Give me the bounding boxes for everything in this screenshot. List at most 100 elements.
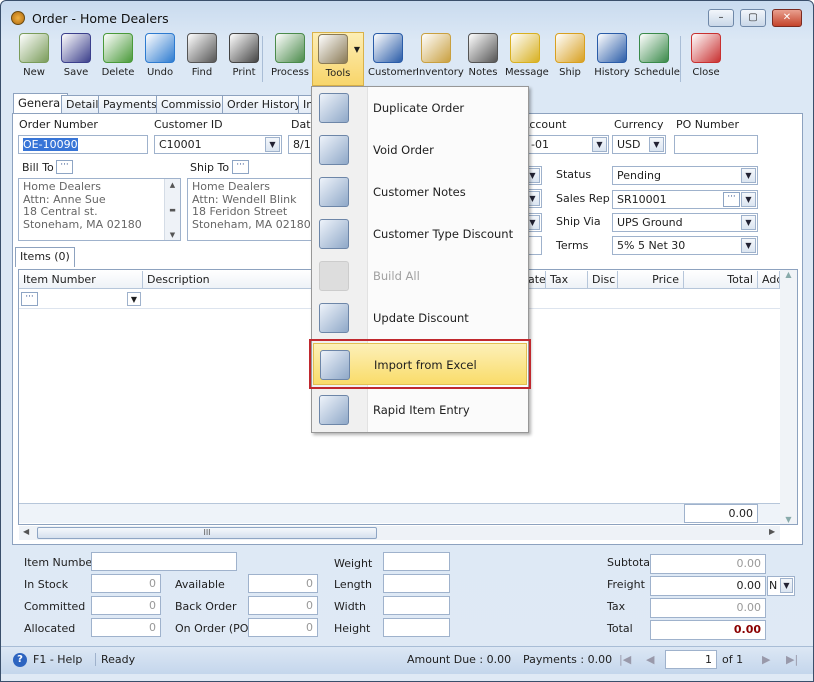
toolbar-label: Inventory bbox=[416, 67, 464, 78]
chevron-down-icon[interactable]: ▼ bbox=[741, 238, 756, 253]
recycle-bin-icon bbox=[103, 33, 133, 63]
toolbar-customer-button[interactable]: Customer bbox=[368, 32, 417, 86]
height-input[interactable] bbox=[383, 618, 450, 637]
width-input[interactable] bbox=[383, 596, 450, 615]
chevron-down-icon[interactable]: ▼ bbox=[741, 215, 756, 230]
next-page-icon[interactable]: ▶ bbox=[762, 653, 770, 666]
toolbar-close-button[interactable]: Close bbox=[686, 32, 726, 86]
menu-item-duplicate-order[interactable]: Duplicate Order bbox=[313, 87, 527, 129]
minimize-button[interactable]: – bbox=[708, 9, 734, 27]
column-price[interactable]: Price bbox=[618, 271, 684, 289]
maximize-button[interactable]: ▢ bbox=[740, 9, 766, 27]
ship-to-browse-button[interactable]: ··· bbox=[232, 160, 249, 174]
ship-via-combo[interactable]: UPS Ground ▼ bbox=[612, 213, 758, 232]
toolbar-undo-button[interactable]: Undo bbox=[140, 32, 180, 86]
scroll-thumb[interactable]: III bbox=[37, 527, 377, 539]
schedule-icon bbox=[639, 33, 669, 63]
item-dropdown-icon[interactable]: ▼ bbox=[127, 292, 141, 306]
scroll-left-icon[interactable]: ◀ bbox=[23, 527, 29, 536]
chevron-down-icon[interactable]: ▼ bbox=[780, 578, 793, 593]
bill-to-browse-button[interactable]: ··· bbox=[56, 160, 73, 174]
column-item-number[interactable]: Item Number bbox=[19, 271, 143, 289]
toolbar-message-button[interactable]: Message bbox=[505, 32, 549, 86]
toolbar-history-button[interactable]: History bbox=[592, 32, 632, 86]
weight-input[interactable] bbox=[383, 552, 450, 571]
close-window-button[interactable]: ✕ bbox=[772, 9, 802, 27]
toolbar-inventory-button[interactable]: Inventory bbox=[416, 32, 464, 86]
tab-payments[interactable]: Payments bbox=[98, 95, 162, 113]
toolbar-schedule-button[interactable]: Schedule bbox=[634, 32, 680, 86]
available-value: 0 bbox=[248, 574, 318, 593]
toolbar-tools-button[interactable]: Tools ▼ bbox=[312, 32, 364, 86]
account-combo[interactable]: -01 ▼ bbox=[527, 135, 609, 154]
chevron-down-icon[interactable]: ▼ bbox=[265, 137, 280, 152]
bill-to-address[interactable]: Home Dealers Attn: Anne Sue 18 Central st.… bbox=[18, 178, 181, 241]
status-combo[interactable]: Pending ▼ bbox=[612, 166, 758, 185]
menu-item-customer-notes[interactable]: Customer Notes bbox=[313, 171, 527, 213]
menu-item-import-from-excel[interactable]: Import from Excel bbox=[309, 339, 531, 389]
tab-items[interactable]: Items (0) bbox=[15, 247, 75, 267]
first-page-icon[interactable]: |◀ bbox=[619, 653, 631, 666]
tax-label: Tax bbox=[607, 600, 626, 613]
item-number-input[interactable] bbox=[91, 552, 237, 571]
freight-code-combo[interactable]: N ▼ bbox=[767, 576, 795, 596]
new-icon bbox=[19, 33, 49, 63]
freight-label: Freight bbox=[607, 578, 645, 591]
help-text[interactable]: F1 - Help bbox=[33, 653, 82, 666]
toolbar-new-button[interactable]: New bbox=[14, 32, 54, 86]
undo-icon bbox=[145, 33, 175, 63]
toolbar-label: Message bbox=[505, 67, 549, 78]
sales-rep-label: Sales Rep bbox=[556, 192, 610, 205]
toolbar-delete-button[interactable]: Delete bbox=[98, 32, 138, 86]
column-rate[interactable]: ate bbox=[528, 271, 546, 289]
item-browse-button[interactable]: ··· bbox=[21, 292, 38, 306]
chevron-down-icon[interactable]: ▼ bbox=[741, 192, 756, 207]
customer-id-combo[interactable]: C10001 ▼ bbox=[154, 135, 282, 154]
page-input[interactable]: 1 bbox=[665, 650, 717, 669]
previous-page-icon[interactable]: ◀ bbox=[646, 653, 654, 666]
toolbar-notes-button[interactable]: Notes bbox=[463, 32, 503, 86]
menu-item-update-discount[interactable]: Update Discount bbox=[313, 297, 527, 339]
bill-to-line: Home Dealers bbox=[23, 180, 102, 193]
chevron-down-icon[interactable]: ▼ bbox=[741, 168, 756, 183]
last-page-icon[interactable]: ▶| bbox=[786, 653, 798, 666]
in-stock-value: 0 bbox=[91, 574, 161, 593]
menu-item-rapid-item-entry[interactable]: Rapid Item Entry bbox=[313, 389, 527, 431]
sales-rep-combo[interactable]: SR10001 ··· ▼ bbox=[612, 190, 758, 209]
grid-horizontal-scrollbar[interactable]: ◀ III ▶ bbox=[19, 526, 780, 540]
process-icon bbox=[275, 33, 305, 63]
toolbar-save-button[interactable]: Save bbox=[56, 32, 96, 86]
void-order-icon bbox=[319, 135, 349, 165]
order-number-input[interactable]: OE-10090 bbox=[18, 135, 148, 154]
toolbar-separator bbox=[680, 36, 681, 82]
chevron-down-icon[interactable]: ▼ bbox=[592, 137, 607, 152]
terms-combo[interactable]: 5% 5 Net 30 ▼ bbox=[612, 236, 758, 255]
column-additional[interactable]: Addi bbox=[758, 271, 780, 289]
menu-item-void-order[interactable]: Void Order bbox=[313, 129, 527, 171]
menu-item-customer-type-discount[interactable]: Customer Type Discount bbox=[313, 213, 527, 255]
toolbar-find-button[interactable]: Find bbox=[182, 32, 222, 86]
scroll-right-icon[interactable]: ▶ bbox=[769, 527, 775, 536]
toolbar-ship-button[interactable]: Ship bbox=[550, 32, 590, 86]
length-input[interactable] bbox=[383, 574, 450, 593]
column-description[interactable]: Description bbox=[143, 271, 313, 289]
chevron-down-icon[interactable]: ▼ bbox=[354, 45, 360, 54]
column-tax[interactable]: Tax bbox=[546, 271, 588, 289]
sales-rep-browse-button[interactable]: ··· bbox=[723, 192, 740, 207]
ship-to-address[interactable]: Home Dealers Attn: Wendell Blink 18 Ferido… bbox=[187, 178, 313, 241]
subtotal-label: Subtotal bbox=[607, 556, 654, 569]
ship-to-line: 18 Feridon Street bbox=[192, 205, 288, 218]
po-number-input[interactable] bbox=[674, 135, 758, 154]
toolbar-print-button[interactable]: Print bbox=[224, 32, 264, 86]
column-disc[interactable]: Disc bbox=[588, 271, 618, 289]
chevron-down-icon[interactable]: ▼ bbox=[649, 137, 664, 152]
tab-more[interactable]: In bbox=[298, 95, 312, 113]
help-icon[interactable]: ? bbox=[13, 653, 27, 667]
column-total[interactable]: Total bbox=[684, 271, 758, 289]
grid-vertical-scrollbar[interactable]: ▲ ▼ bbox=[780, 270, 797, 524]
freight-input[interactable]: 0.00 bbox=[650, 576, 766, 596]
toolbar-process-button[interactable]: Process bbox=[270, 32, 310, 86]
currency-combo[interactable]: USD ▼ bbox=[612, 135, 666, 154]
tab-order-history[interactable]: Order History bbox=[222, 95, 306, 113]
bill-to-scrollbar[interactable]: ▲ ▬ ▼ bbox=[164, 179, 180, 240]
